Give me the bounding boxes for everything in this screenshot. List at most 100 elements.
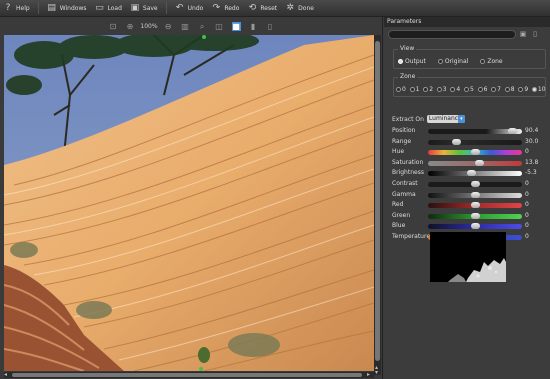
view-group: View Output Original Zone <box>393 45 546 69</box>
param-range: Range 30.0 <box>392 138 547 146</box>
param-saturation: Saturation 13.8 <box>392 159 547 167</box>
zone-option-2[interactable]: 2 <box>423 86 437 93</box>
single-view-icon[interactable]: ■ <box>231 22 241 31</box>
param-value: 30.0 <box>525 137 539 145</box>
zone-option-3[interactable]: 3 <box>436 86 451 93</box>
zone-option-10[interactable]: 10 <box>531 86 546 93</box>
preset-field[interactable] <box>388 30 516 39</box>
zone-option-8[interactable]: 8 <box>504 86 519 93</box>
zone-group: Zone 0 1 2 3 4 5 6 7 8 9 10 <box>393 73 546 97</box>
redo-icon: ↷ <box>212 3 221 13</box>
param-slider-knob[interactable] <box>475 159 485 166</box>
folder-icon: ▭ <box>95 3 104 13</box>
param-label: Position <box>392 127 416 134</box>
param-slider-knob[interactable] <box>451 138 461 145</box>
param-slider-knob[interactable] <box>470 181 480 187</box>
reset-button[interactable]: ⟲ Reset <box>247 2 278 15</box>
zoom-level: 100% <box>140 23 158 30</box>
zone-radio-row: 0 1 2 3 4 5 6 7 8 9 10 <box>396 86 546 93</box>
split-view-icon[interactable]: ▥ <box>181 22 190 31</box>
param-label: Range <box>392 137 412 145</box>
param-slider-knob[interactable] <box>470 202 480 209</box>
extract-on-label: Extract On <box>392 115 424 123</box>
side-by-side-icon[interactable]: ◫ <box>215 22 224 31</box>
param-hue: Hue 0 <box>392 148 547 156</box>
param-slider-track[interactable] <box>428 139 522 145</box>
image-canvas[interactable] <box>4 35 374 371</box>
zone-option-7[interactable]: 7 <box>491 86 505 93</box>
param-slider-knob[interactable] <box>470 191 480 198</box>
param-value: 0 <box>525 222 529 230</box>
radio-dot <box>504 87 510 92</box>
param-gamma: Gamma 0 <box>392 191 547 199</box>
param-slider-knob[interactable] <box>470 223 480 230</box>
param-slider-knob[interactable] <box>470 149 480 156</box>
save-button[interactable]: ▣ Save <box>130 2 158 15</box>
radio-dot <box>398 59 403 64</box>
load-button[interactable]: ▭ Load <box>94 2 122 15</box>
fullscreen-icon[interactable]: ▯ <box>266 22 275 31</box>
undo-icon: ↶ <box>175 3 184 13</box>
view-option-output[interactable]: Output <box>398 58 426 65</box>
preset-row: ▣ ▯ <box>388 30 546 40</box>
chevron-down-icon: ▾ <box>457 115 465 123</box>
view-option-zone[interactable]: Zone <box>480 58 503 65</box>
param-slider-knob[interactable] <box>508 128 518 134</box>
zone-option-5[interactable]: 5 <box>463 86 478 93</box>
view-toolbar: ⊡ ⊕ 100% ⊖ ▥ ⌕ ◫ ■ ▮ ▯ <box>0 17 383 36</box>
search-icon[interactable]: ⌕ <box>198 22 207 31</box>
vertical-scroll-thumb[interactable] <box>375 41 380 361</box>
zone-option-label: 5 <box>469 86 474 93</box>
done-button[interactable]: ✲ Done <box>285 2 314 15</box>
toolbar-separator <box>37 2 39 14</box>
toolbar-separator <box>165 2 167 14</box>
zone-option-label: 1 <box>415 86 420 93</box>
view-option-original[interactable]: Original <box>437 58 468 65</box>
param-slider-knob[interactable] <box>466 170 476 177</box>
view-group-title: View <box>398 45 417 52</box>
zoom-out-icon[interactable]: ⊖ <box>164 22 173 31</box>
mask-preview <box>430 232 506 282</box>
save-preset-icon[interactable]: ▣ <box>519 30 527 39</box>
windows-button[interactable]: ▤ Windows <box>47 2 86 15</box>
scroll-down-icon[interactable]: ▾ <box>375 370 378 376</box>
param-value: 0 <box>525 148 529 156</box>
zone-option-1[interactable]: 1 <box>409 86 424 93</box>
undo-button[interactable]: ↶ Undo <box>175 2 203 15</box>
zone-option-0[interactable]: 0 <box>396 86 410 93</box>
page-icon[interactable]: ▯ <box>531 30 539 39</box>
help-icon: ? <box>5 3 11 13</box>
zone-group-title: Zone <box>398 73 418 80</box>
zone-option-6[interactable]: 6 <box>477 86 492 93</box>
param-blue: Blue 0 <box>392 222 547 230</box>
image-viewer: ⊡ ⊕ 100% ⊖ ▥ ⌕ ◫ ■ ▮ ▯ ▴ ▾ ◂ ▸ <box>0 17 383 379</box>
radio-dot <box>491 87 497 92</box>
fit-icon[interactable]: ⊡ <box>108 22 117 31</box>
vertical-scrollbar[interactable]: ▴ ▾ <box>374 35 381 376</box>
rock-photo <box>4 35 374 371</box>
horizontal-scrollbar[interactable]: ◂ ▸ <box>4 372 374 378</box>
param-green: Green 0 <box>392 212 547 220</box>
param-value: 0 <box>525 190 529 198</box>
param-slider-knob[interactable] <box>470 212 480 219</box>
zone-option-label: 8 <box>510 86 515 93</box>
extract-on-value: Luminance <box>428 115 462 122</box>
zone-option-label: 6 <box>483 86 488 93</box>
param-value: 0 <box>525 233 529 240</box>
radio-dot <box>409 87 415 92</box>
scroll-right-icon[interactable]: ▸ <box>367 372 370 378</box>
horizontal-scroll-thumb[interactable] <box>12 373 362 377</box>
extract-on-select[interactable]: Luminance ▾ <box>426 115 465 123</box>
help-button[interactable]: ? Help <box>3 2 30 15</box>
view-option-label: Zone <box>487 58 503 65</box>
zone-option-9[interactable]: 9 <box>518 86 532 93</box>
redo-button[interactable]: ↷ Redo <box>211 2 240 15</box>
radio-dot <box>477 87 483 92</box>
zone-option-4[interactable]: 4 <box>450 86 464 93</box>
compare-icon[interactable]: ▮ <box>249 22 258 31</box>
param-label: Brightness <box>392 169 424 177</box>
param-label: Red <box>392 201 404 209</box>
zoom-in-icon[interactable]: ⊕ <box>125 22 134 31</box>
zone-option-label: 7 <box>497 86 501 93</box>
scroll-left-icon[interactable]: ◂ <box>4 372 7 378</box>
